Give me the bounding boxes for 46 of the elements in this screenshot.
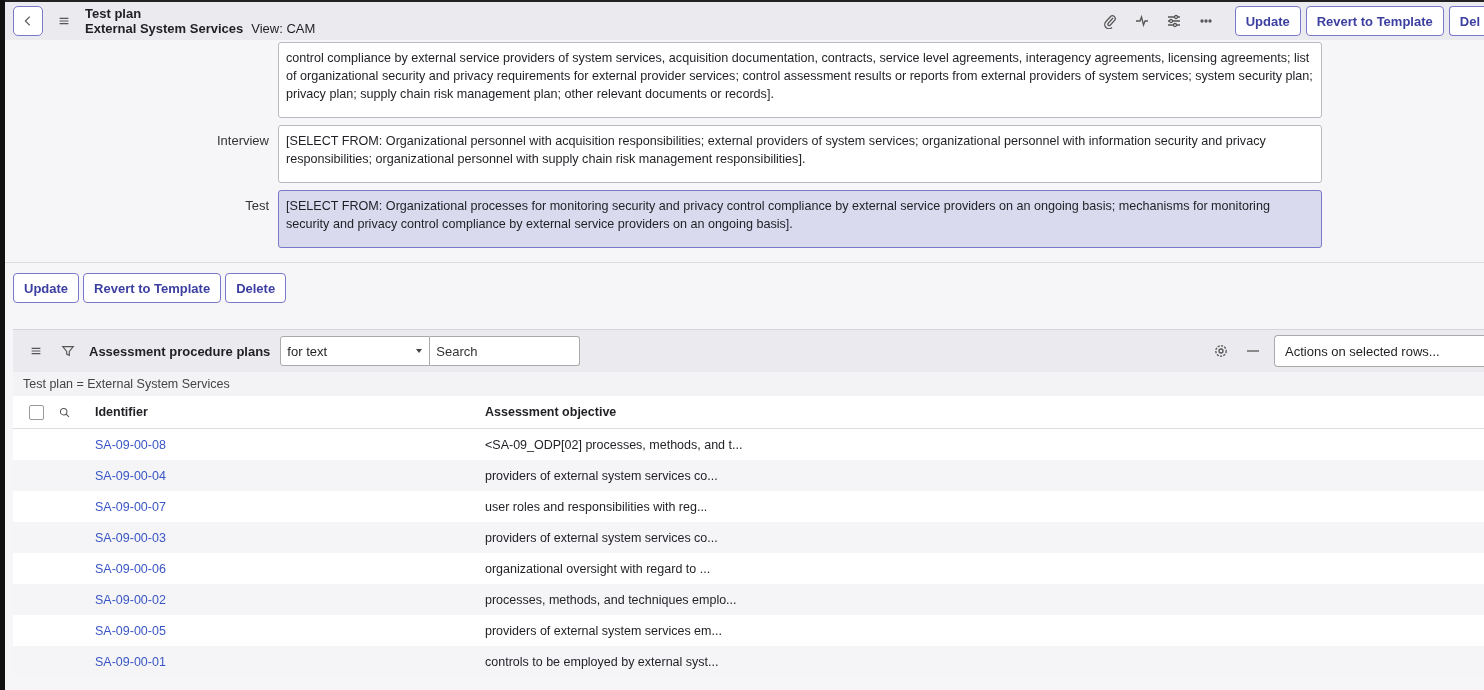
form-button[interactable]: Update	[13, 273, 80, 303]
search-field[interactable]: Search	[430, 336, 581, 366]
header-button[interactable]: Update	[1234, 6, 1301, 36]
gear-icon	[1213, 343, 1229, 359]
identifier-link[interactable]: SA-09-00-01	[95, 654, 166, 669]
table-cell-text: <SA-09_ODP[02] processes, methods, and t...	[485, 437, 744, 452]
select-all-checkbox[interactable]	[29, 404, 44, 420]
column-header[interactable]: Identifier	[95, 405, 485, 419]
identifier-link[interactable]: SA-09-00-07	[95, 499, 166, 514]
header-button[interactable]: Del	[1448, 6, 1484, 36]
table-cell-text: providers of external system services co...	[485, 468, 719, 483]
table-cell-text: processes, methods, and techniques emplo...	[485, 592, 738, 607]
record-type: Test plan	[85, 6, 143, 21]
identifier-link[interactable]: SA-09-00-08	[95, 437, 166, 452]
text-area[interactable]: [SELECT FROM: Organizational personnel with acquisition responsibilities; external providers of system services; organizational personnel with information security and privacy responsibilities; organizational personnel with supply chain risk management responsibilities].	[278, 125, 1322, 183]
view-label: View: CAM	[251, 21, 316, 36]
header-button[interactable]: Revert to Template	[1305, 6, 1444, 36]
identifier-link[interactable]: SA-09-00-04	[95, 468, 166, 483]
list-title: Assessment procedure plans	[89, 343, 271, 359]
filter-icon	[61, 344, 75, 358]
table-cell-text: user roles and responsibilities with reg...	[485, 499, 709, 514]
form-button[interactable]: Delete	[225, 273, 287, 303]
text-area[interactable]: control compliance by external service providers of system services, acquisition documentation, contracts, service level agreements, interagency agreements, licensing agreements; list of organizational security and privacy requirements for external provider services; control assessment results or reports from external providers of system services; system security plan; privacy plan; supply chain risk management plan; other relevant documents or records].	[278, 42, 1322, 118]
text-area[interactable]: [SELECT FROM: Organizational processes for monitoring security and privacy control compliance by external service providers on an ongoing basis; mechanisms for monitoring security and privacy control compliance by external service providers on an ongoing basis].	[278, 190, 1322, 248]
record-title: External System Services	[85, 21, 244, 36]
caret-icon	[415, 348, 424, 354]
table-cell-text: organizational oversight with regard to ...	[485, 561, 712, 576]
sliders-icon	[1165, 13, 1182, 29]
table-cell-text: providers of external system services co...	[485, 530, 719, 545]
pulse-icon	[1133, 13, 1150, 29]
search-icon	[58, 405, 71, 419]
paperclip-icon	[1101, 13, 1118, 29]
search-scope-dropdown[interactable]: for text	[280, 336, 431, 366]
form-button[interactable]: Revert to Template	[83, 273, 222, 303]
identifier-link[interactable]: SA-09-00-06	[95, 561, 166, 576]
minus-icon	[1247, 350, 1259, 352]
identifier-link[interactable]: SA-09-00-02	[95, 592, 166, 607]
back-button[interactable]	[13, 6, 43, 36]
field-label: Interview	[215, 132, 269, 148]
identifier-link[interactable]: SA-09-00-03	[95, 530, 166, 545]
table-cell-text: providers of external system services em...	[485, 623, 723, 638]
identifier-link[interactable]: SA-09-00-05	[95, 623, 166, 638]
table-cell-text: controls to be employed by external syst...	[485, 654, 720, 669]
column-header[interactable]: Assessment objective	[485, 405, 1484, 419]
actions-dropdown[interactable]: Actions on selected rows...	[1274, 335, 1484, 367]
field-label: Test	[244, 197, 269, 213]
